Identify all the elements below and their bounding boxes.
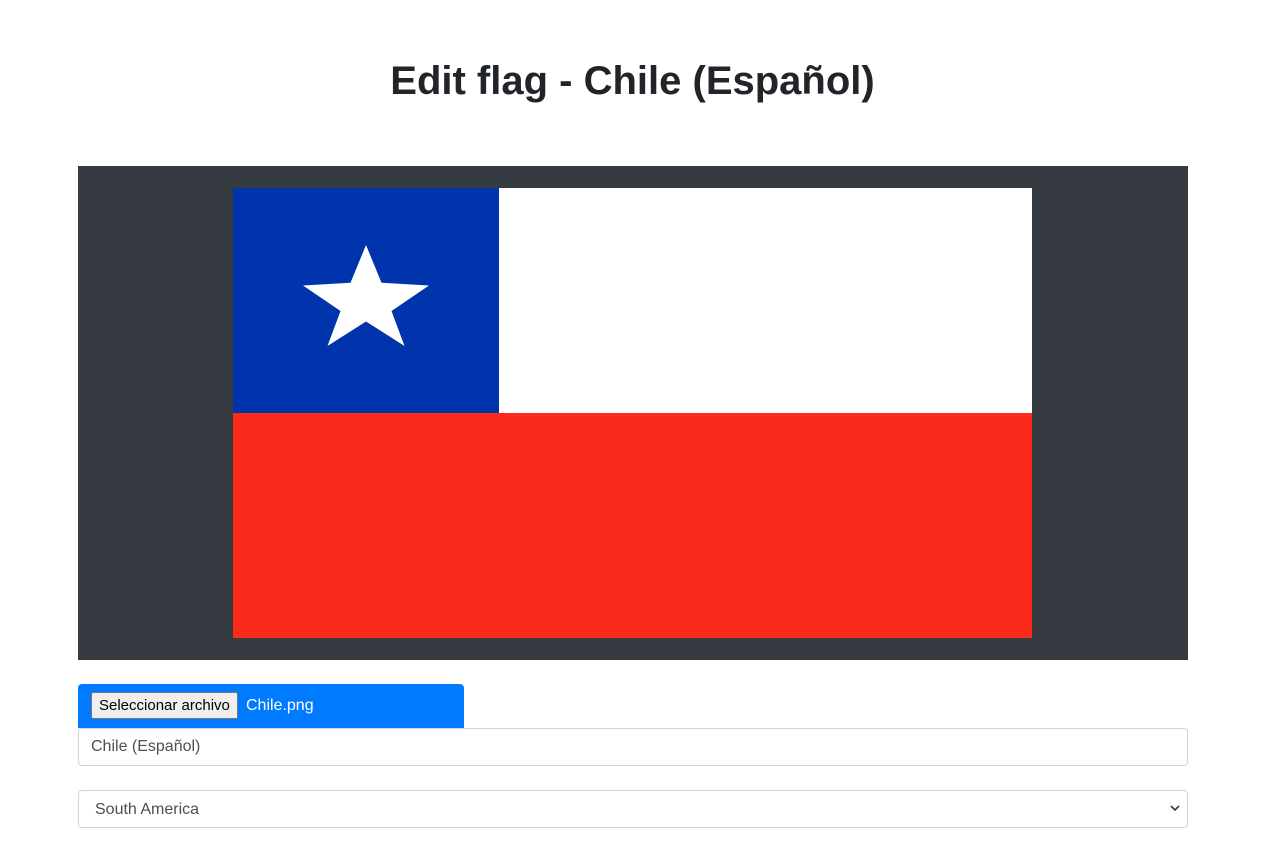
chile-flag-image: [233, 188, 1032, 638]
page-title: Edit flag - Chile (Español): [390, 59, 875, 103]
flag-name-input[interactable]: [78, 728, 1188, 766]
flag-red-stripe: [233, 413, 1032, 638]
choose-file-button[interactable]: Seleccionar archivo: [91, 692, 238, 719]
chevron-down-icon: [1170, 805, 1180, 812]
file-upload-field: Seleccionar archivo Chile.png: [78, 684, 464, 728]
edit-flag-page: Edit flag - Chile (Español) Seleccionar …: [0, 0, 1261, 843]
region-select-value: South America: [95, 801, 200, 818]
selected-file-name: Chile.png: [246, 697, 314, 714]
region-select[interactable]: South America: [78, 790, 1188, 828]
flag-preview-panel: [78, 166, 1188, 660]
